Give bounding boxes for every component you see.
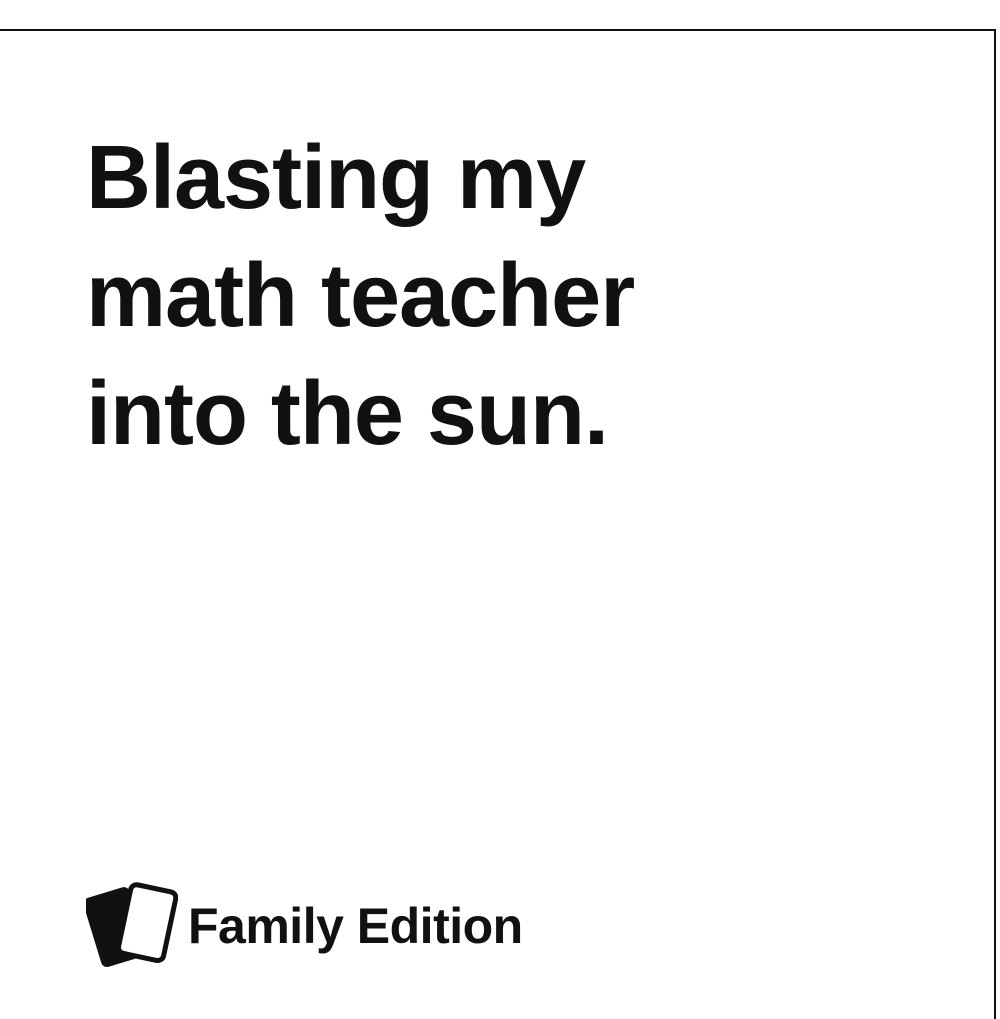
answer-card: Blasting my math teacher into the sun. F… (0, 29, 996, 1019)
brand-footer: Family Edition (86, 881, 523, 971)
card-text: Blasting my math teacher into the sun. (86, 128, 635, 464)
brand-label: Family Edition (188, 898, 523, 954)
cards-icon (86, 882, 178, 968)
